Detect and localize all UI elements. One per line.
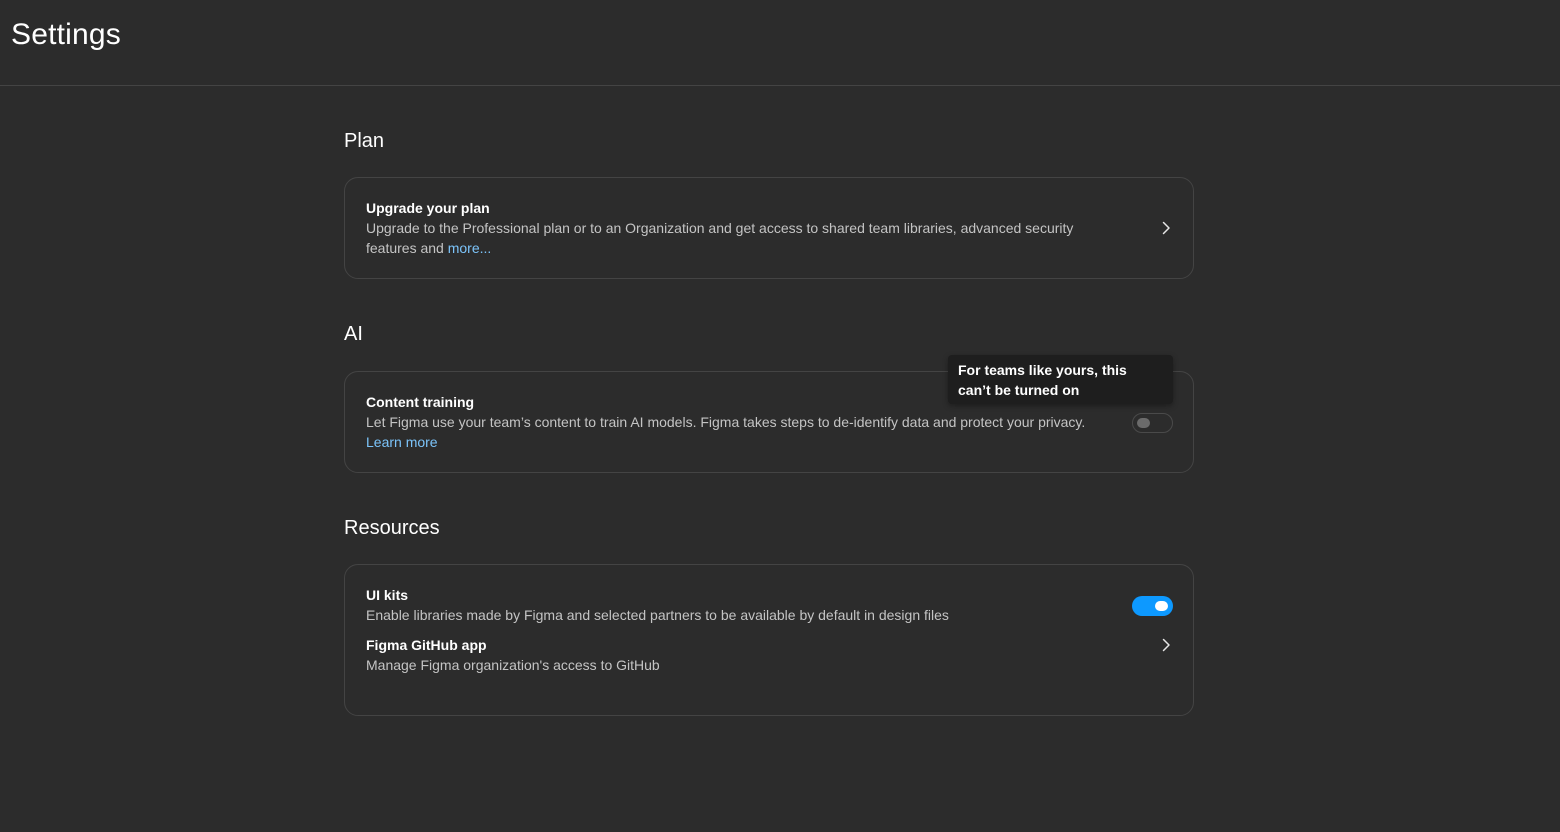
upgrade-plan-title: Upgrade your plan (366, 200, 490, 216)
tooltip: For teams like yours, this can’t be turn… (948, 355, 1173, 404)
github-app-title: Figma GitHub app (366, 637, 487, 653)
content-training-description: Let Figma use your team’s content to tra… (366, 414, 1086, 450)
content-training-toggle[interactable] (1132, 413, 1173, 433)
page-title: Settings (11, 18, 121, 51)
github-app-row[interactable]: Figma GitHub app Manage Figma organizati… (345, 635, 1193, 715)
section-title-ai: AI (344, 323, 363, 345)
ui-kits-description: Enable libraries made by Figma and selec… (366, 607, 949, 623)
toggle-knob (1155, 601, 1168, 611)
resources-card: UI kits Enable libraries made by Figma a… (344, 564, 1194, 716)
chevron-right-icon[interactable] (1159, 221, 1173, 235)
more-link[interactable]: more... (448, 240, 492, 256)
header: Settings (0, 0, 1560, 86)
upgrade-plan-row[interactable]: Upgrade your plan Upgrade to the Profess… (345, 178, 1193, 258)
section-title-resources: Resources (344, 517, 440, 539)
learn-more-link[interactable]: Learn more (366, 434, 438, 450)
upgrade-plan-description: Upgrade to the Professional plan or to a… (366, 220, 1074, 256)
toggle-knob (1137, 418, 1150, 428)
github-app-description: Manage Figma organization's access to Gi… (366, 657, 660, 673)
section-title-plan: Plan (344, 130, 385, 152)
chevron-right-icon[interactable] (1159, 638, 1173, 652)
ui-kits-title: UI kits (366, 587, 409, 603)
ui-kits-row: UI kits Enable libraries made by Figma a… (345, 565, 1193, 635)
plan-card: Upgrade your plan Upgrade to the Profess… (344, 177, 1194, 279)
ui-kits-toggle[interactable] (1132, 596, 1173, 616)
